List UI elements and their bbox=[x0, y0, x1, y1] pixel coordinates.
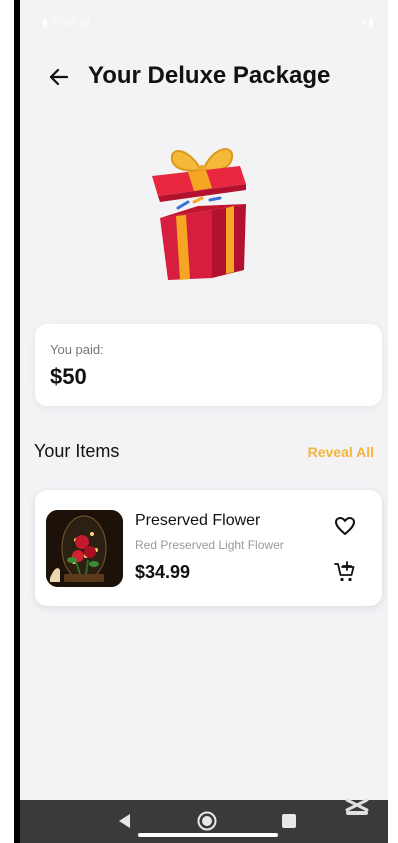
capcut-watermark-icon bbox=[344, 796, 370, 818]
app-screen: · ▮ ▽ ııl ııl ▾ ▮ Your Deluxe Package Yo… bbox=[20, 0, 388, 843]
item-price: $34.99 bbox=[135, 562, 191, 582]
add-to-cart-icon[interactable] bbox=[333, 560, 357, 584]
heart-outline-icon[interactable] bbox=[333, 514, 357, 538]
paid-label: You paid: bbox=[50, 342, 104, 357]
status-bar: · ▮ ▽ ııl ııl ▾ ▮ bbox=[20, 0, 388, 46]
reveal-all-button[interactable]: Reveal All bbox=[308, 444, 374, 460]
items-section-header: Your Items Reveal All bbox=[34, 441, 374, 463]
triangle-back-icon[interactable] bbox=[116, 812, 134, 830]
payment-card: You paid: $50 bbox=[35, 324, 382, 406]
right-frame bbox=[388, 0, 398, 843]
item-card[interactable]: Preserved Flower Red Preserved Light Flo… bbox=[35, 490, 382, 606]
arrow-left-icon[interactable] bbox=[46, 64, 72, 90]
rose-dome-image bbox=[46, 510, 123, 587]
gift-box-icon bbox=[148, 140, 260, 286]
paid-amount: $50 bbox=[50, 364, 87, 389]
status-left-text: · ▮ ▽ ııl ııl bbox=[34, 18, 91, 29]
item-name: Preserved Flower bbox=[135, 512, 261, 529]
item-subtitle: Red Preserved Light Flower bbox=[135, 538, 284, 552]
header: Your Deluxe Package bbox=[20, 58, 388, 98]
page-title: Your Deluxe Package bbox=[88, 62, 331, 89]
items-title: Your Items bbox=[34, 441, 120, 461]
status-right-text: ▾ ▮ bbox=[360, 18, 374, 29]
system-nav-bar bbox=[20, 798, 388, 843]
square-recents-icon[interactable] bbox=[282, 814, 296, 828]
left-frame bbox=[0, 0, 14, 843]
circle-home-icon[interactable] bbox=[196, 810, 218, 832]
gesture-handle[interactable] bbox=[138, 833, 278, 837]
